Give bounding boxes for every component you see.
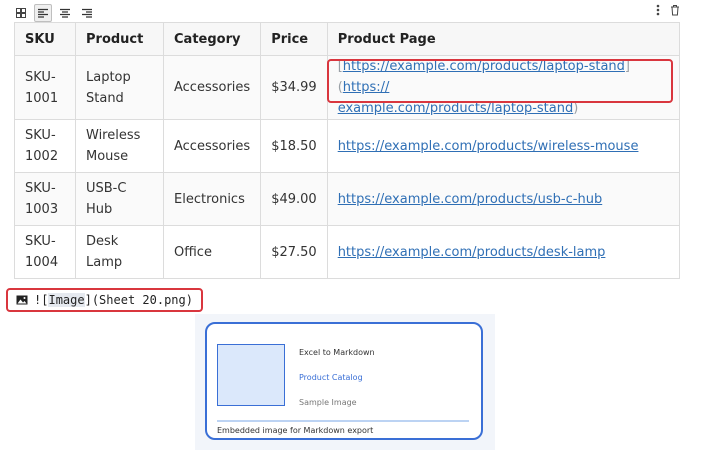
preview-link: Product Catalog <box>299 373 363 382</box>
cell-category[interactable]: Accessories <box>162 55 262 120</box>
table-row: SKU- 1003 USB-C Hub Electronics $49.00 h… <box>14 172 681 226</box>
cell-product[interactable]: Laptop Stand <box>75 55 164 120</box>
align-left-button[interactable] <box>34 4 52 22</box>
product-page-link[interactable]: https://example.com/products/wireless-mo… <box>338 139 639 154</box>
more-vertical-icon[interactable] <box>656 4 660 16</box>
preview-image-placeholder <box>217 344 285 406</box>
highlight-box <box>327 59 673 103</box>
cell-sku[interactable]: SKU- 1002 <box>14 119 76 173</box>
align-left-icon <box>38 8 48 18</box>
cell-sku[interactable]: SKU- 1004 <box>14 225 76 279</box>
cell-price[interactable]: $34.99 <box>260 55 328 120</box>
header-category[interactable]: Category <box>162 22 262 56</box>
header-product[interactable]: Product <box>75 22 164 56</box>
preview-caption: Embedded image for Markdown export <box>217 426 374 435</box>
preview-sample: Sample Image <box>299 398 357 407</box>
cell-sku[interactable]: SKU- 1003 <box>14 172 76 226</box>
table-grid-button[interactable] <box>12 4 30 22</box>
md-alt-text: Image <box>48 293 85 307</box>
cell-category[interactable]: Accessories <box>162 119 262 173</box>
cell-product[interactable]: Wireless Mouse <box>75 119 164 173</box>
header-price[interactable]: Price <box>260 22 328 56</box>
table-row: SKU- 1004 Desk Lamp Office $27.50 https:… <box>14 225 681 279</box>
image-icon <box>16 295 28 305</box>
cell-price[interactable]: $27.50 <box>260 225 328 279</box>
table-grid-icon <box>16 8 26 18</box>
table-header-row: SKU Product Category Price Product Page <box>14 22 681 56</box>
preview-divider <box>217 420 469 422</box>
cell-product-page[interactable]: https://example.com/products/usb-c-hub <box>326 172 681 226</box>
cell-product[interactable]: Desk Lamp <box>75 225 164 279</box>
cell-price[interactable]: $18.50 <box>260 119 328 173</box>
align-center-icon <box>60 8 70 18</box>
embedded-image-preview: Excel to Markdown Product Catalog Sample… <box>195 314 495 450</box>
table-row: SKU- 1002 Wireless Mouse Accessories $18… <box>14 119 681 173</box>
cell-category[interactable]: Office <box>162 225 262 279</box>
table-actions <box>656 4 680 16</box>
trash-icon[interactable] <box>670 4 680 16</box>
preview-card: Excel to Markdown Product Catalog Sample… <box>205 322 483 440</box>
header-sku[interactable]: SKU <box>14 22 76 56</box>
cell-product-page[interactable]: https://example.com/products/wireless-mo… <box>326 119 681 173</box>
align-right-icon <box>82 8 92 18</box>
product-page-link[interactable]: https://example.com/products/desk-lamp <box>338 245 606 260</box>
preview-title: Excel to Markdown <box>299 348 375 357</box>
cell-category[interactable]: Electronics <box>162 172 262 226</box>
markdown-image-text: ![Image](Sheet 20.png) <box>34 293 193 307</box>
md-bracket-close: ) <box>573 101 579 116</box>
align-right-button[interactable] <box>78 4 96 22</box>
product-page-link[interactable]: https://example.com/products/usb-c-hub <box>338 192 603 207</box>
cell-product[interactable]: USB-C Hub <box>75 172 164 226</box>
align-center-button[interactable] <box>56 4 74 22</box>
cell-sku[interactable]: SKU- 1001 <box>14 55 76 120</box>
markdown-image-line[interactable]: ![Image](Sheet 20.png) <box>6 288 203 312</box>
cell-product-page[interactable]: https://example.com/products/desk-lamp <box>326 225 681 279</box>
table-toolbar <box>12 4 96 22</box>
cell-price[interactable]: $49.00 <box>260 172 328 226</box>
header-product-page[interactable]: Product Page <box>326 22 681 56</box>
md-close: ](Sheet 20.png) <box>84 293 193 307</box>
